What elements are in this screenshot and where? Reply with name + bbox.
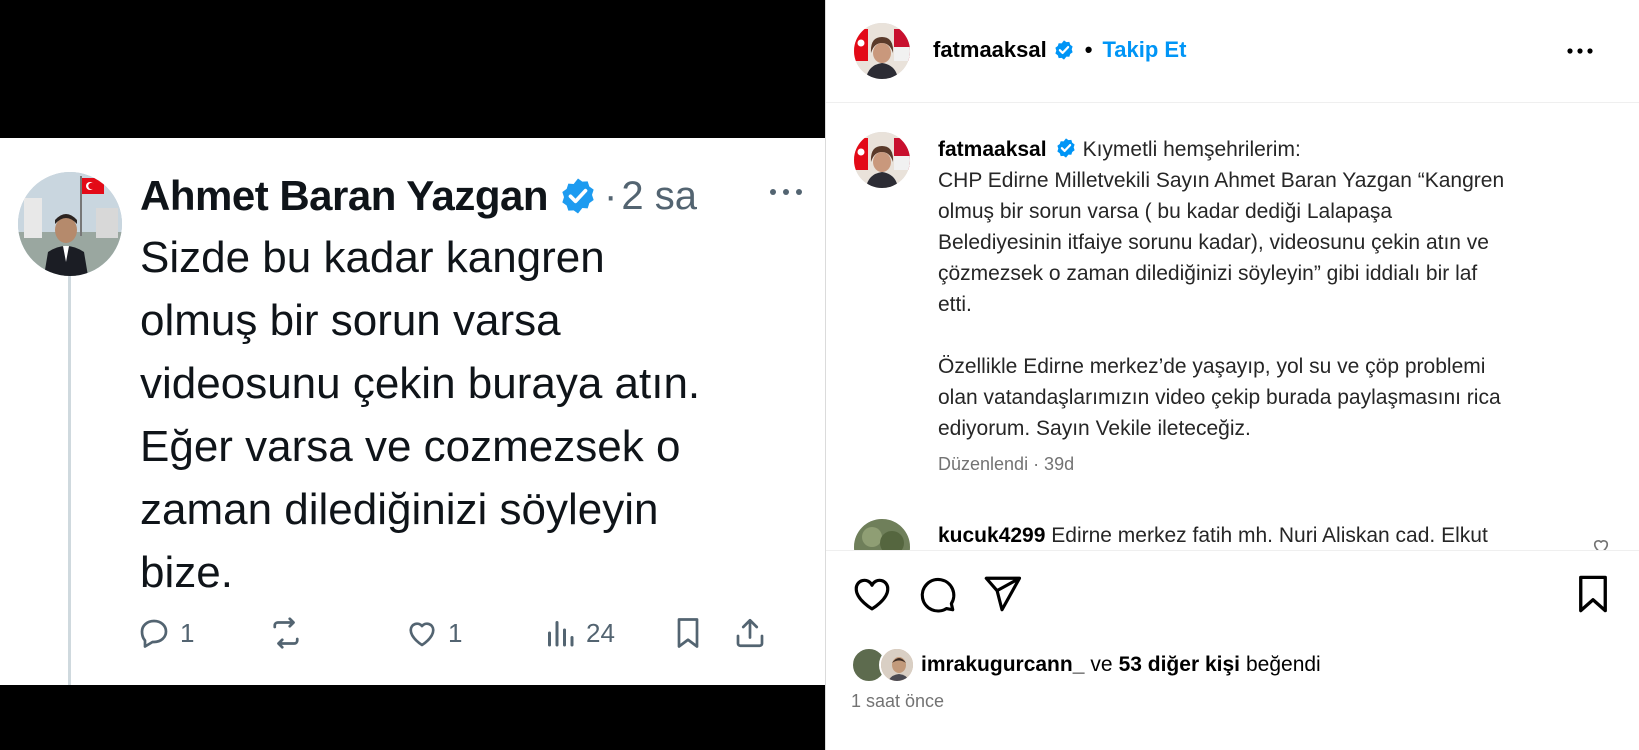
bookmark-button[interactable]: [670, 608, 706, 658]
bookmark-icon: [677, 618, 699, 648]
share-button[interactable]: [981, 573, 1023, 615]
liker-avatars: [851, 647, 915, 683]
views-count: 24: [586, 617, 615, 648]
comments-section[interactable]: fatmaaksal Kıymetli hemşehrilerim: CHP Ed…: [826, 104, 1639, 550]
caption-line: olan vatandaşlarımızın video çekip burad…: [938, 386, 1501, 409]
post-side-panel: fatmaaksal • Takip Et fatmaaksal Kıymetl…: [825, 0, 1639, 750]
send-icon: [984, 576, 1022, 612]
caption-line: ediyorum. Sayın Vekile ileteceğiz.: [938, 417, 1251, 440]
tweet-timestamp[interactable]: 2 sa: [621, 174, 697, 219]
comment-text: Edirne merkez fatih mh. Nuri Aliskan cad…: [1051, 524, 1488, 547]
likes-connector: ve: [1090, 653, 1113, 676]
like-button[interactable]: [851, 573, 893, 615]
follow-button[interactable]: Takip Et: [1102, 37, 1186, 63]
comment-like-icon[interactable]: [1591, 536, 1611, 550]
tweet-header: Ahmet Baran Yazgan · 2 sa: [140, 168, 697, 224]
caption-line: olmuş bir sorun varsa ( bu kadar dediği …: [938, 200, 1393, 223]
liker-avatar[interactable]: [879, 647, 915, 683]
like-count: 1: [448, 617, 463, 648]
tweet-line: bize.: [140, 548, 233, 597]
comment-icon: [920, 577, 956, 613]
analytics-icon: [548, 621, 574, 647]
likes-summary: imrakugurcann_ ve 53 diğer kişi beğendi: [851, 647, 1321, 683]
post-media: Ahmet Baran Yazgan · 2 sa Sizde bu kadar…: [0, 0, 825, 750]
author-avatar[interactable]: [854, 23, 910, 79]
header-separator: •: [1084, 37, 1093, 62]
commenter-username[interactable]: kucuk4299: [938, 524, 1045, 547]
post-actions-bar: imrakugurcann_ ve 53 diğer kişi beğendi …: [826, 550, 1639, 750]
views-button[interactable]: 24: [542, 608, 615, 658]
other-likers-link[interactable]: 53 diğer kişi: [1119, 653, 1240, 677]
tweet-line: Eğer varsa ve cozmezsek o: [140, 422, 681, 471]
tweet-line: videosunu çekin buraya atın.: [140, 359, 701, 408]
tweet-author-name[interactable]: Ahmet Baran Yazgan: [140, 172, 549, 220]
likes-suffix: beğendi: [1245, 653, 1321, 676]
heart-icon: [409, 622, 435, 647]
author-username[interactable]: fatmaaksal: [933, 37, 1047, 63]
post-header: fatmaaksal • Takip Et: [826, 0, 1639, 103]
post-caption: fatmaaksal Kıymetli hemşehrilerim: CHP Ed…: [938, 134, 1598, 444]
caption-line: çözmezsek o zaman dilediğinizi söyleyin”…: [938, 262, 1478, 285]
bookmark-icon: [1579, 575, 1607, 613]
more-options-icon[interactable]: [768, 182, 804, 202]
reply-button[interactable]: 1: [136, 608, 194, 658]
reply-count: 1: [180, 617, 195, 648]
save-button[interactable]: [1572, 573, 1614, 615]
post-author: fatmaaksal • Takip Et: [933, 37, 1186, 63]
retweet-icon: [273, 617, 299, 649]
like-button[interactable]: 1: [404, 608, 462, 658]
share-button[interactable]: [732, 608, 768, 658]
caption-username[interactable]: fatmaaksal: [938, 138, 1047, 161]
caption-line: CHP Edirne Milletvekili Sayın Ahmet Bara…: [938, 169, 1505, 192]
heart-icon: [854, 578, 890, 611]
tweet-avatar: [18, 172, 122, 276]
more-options-icon[interactable]: [1564, 40, 1596, 62]
post-time-ago[interactable]: 1 saat önce: [851, 691, 944, 712]
tweet-screenshot: Ahmet Baran Yazgan · 2 sa Sizde bu kadar…: [0, 138, 825, 685]
caption-line: etti.: [938, 293, 972, 316]
commenter-avatar[interactable]: [854, 519, 910, 550]
comment-button[interactable]: [916, 573, 958, 615]
caption-line: Özellikle Edirne merkez’de yaşayıp, yol …: [938, 355, 1486, 378]
reply-icon: [140, 619, 168, 648]
tweet-text: Sizde bu kadar kangren olmuş bir sorun v…: [140, 226, 820, 604]
caption-line: Kıymetli hemşehrilerim:: [1082, 138, 1301, 161]
tweet-actions: 1 1 24: [136, 608, 816, 658]
tweet-separator: ·: [604, 173, 618, 218]
tweet-line: Sizde bu kadar kangren: [140, 233, 605, 282]
comment-item: kucuk4299 Edirne merkez fatih mh. Nuri A…: [938, 524, 1578, 548]
thread-line: [68, 276, 71, 685]
first-liker[interactable]: imrakugurcann_: [921, 653, 1084, 677]
share-icon: [736, 618, 764, 648]
tweet-line: zaman dilediğinizi söyleyin: [140, 485, 659, 534]
edited-timestamp[interactable]: Düzenlendi · 39d: [938, 454, 1074, 475]
retweet-button[interactable]: [268, 608, 312, 658]
verified-badge-icon: [1055, 137, 1077, 159]
verified-badge-icon: [558, 176, 598, 216]
caption-avatar[interactable]: [854, 132, 910, 188]
caption-line: Belediyesinin itfaiye sorunu kadar), vid…: [938, 231, 1489, 254]
tweet-line: olmuş bir sorun varsa: [140, 296, 561, 345]
verified-badge-icon: [1053, 39, 1075, 61]
